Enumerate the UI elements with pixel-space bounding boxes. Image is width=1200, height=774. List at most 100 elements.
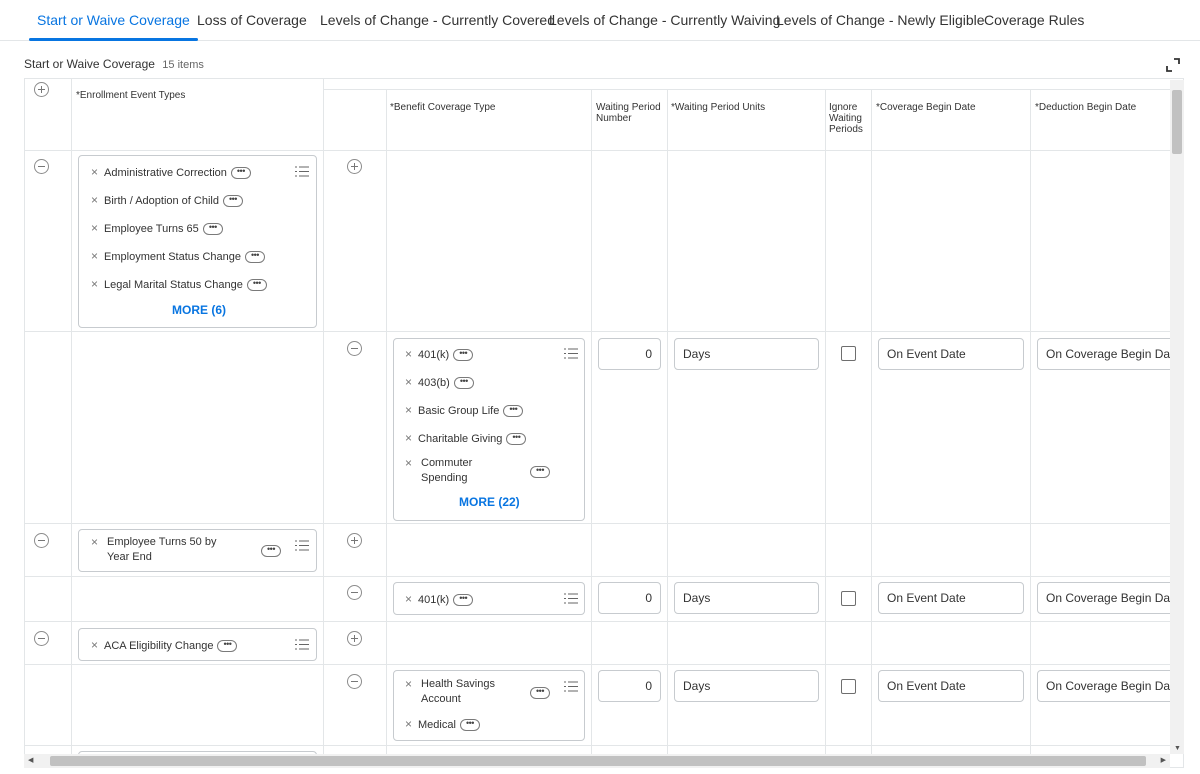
ellipsis-icon[interactable]: ••• xyxy=(202,223,223,236)
col-ignore-l1: Ignore xyxy=(829,102,858,113)
types-more-link[interactable]: MORE (22) xyxy=(459,495,520,509)
remove-row-icon[interactable] xyxy=(34,631,49,646)
list-icon[interactable] xyxy=(564,593,578,604)
ellipsis-icon[interactable]: ••• xyxy=(530,687,550,699)
waiting-period-number-input[interactable]: 0 xyxy=(598,582,661,614)
x-icon[interactable]: × xyxy=(405,456,412,471)
ellipsis-icon[interactable]: ••• xyxy=(453,594,474,607)
ignore-waiting-periods-checkbox[interactable] xyxy=(841,591,856,606)
chip-event: × Employee Turns 65 ••• xyxy=(91,221,223,236)
tab-levels-currently-covered[interactable]: Levels of Change - Currently Covered xyxy=(312,0,563,41)
coverage-begin-date-input[interactable]: On Event Date xyxy=(878,670,1024,702)
remove-row-icon[interactable] xyxy=(34,533,49,548)
ellipsis-icon[interactable]: ••• xyxy=(230,167,251,180)
x-icon[interactable]: × xyxy=(405,677,412,692)
add-row-header-icon[interactable] xyxy=(34,82,49,97)
waiting-period-number-input[interactable]: 0 xyxy=(598,670,661,702)
coverage-begin-date-input[interactable]: On Event Date xyxy=(878,338,1024,370)
chip-coverage-type: × Charitable Giving ••• xyxy=(405,431,527,446)
x-icon[interactable]: × xyxy=(91,221,98,235)
vertical-scroll-thumb[interactable] xyxy=(1172,90,1182,154)
col-ignore-l3: Periods xyxy=(829,124,863,135)
deduction-begin-date-input[interactable]: On Coverage Begin Date xyxy=(1037,670,1183,702)
chip-event: × Birth / Adoption of Child ••• xyxy=(91,193,243,208)
chip-label: ACA Eligibility Change xyxy=(104,640,214,653)
chip-coverage-type: × Health Savings Account xyxy=(405,677,515,707)
ellipsis-icon[interactable]: ••• xyxy=(261,545,281,557)
enrollment-event-types-field[interactable]: × Administrative Correction ••• × Birth / A… xyxy=(78,155,317,328)
col-benefit-coverage-type: *Benefit Coverage Type xyxy=(390,102,496,113)
chip-label: Charitable Giving xyxy=(418,433,503,446)
waiting-period-number-input[interactable]: 0 xyxy=(598,338,661,370)
benefit-coverage-type-field[interactable]: × Health Savings Account ••• × Medical ••• xyxy=(393,670,585,741)
benefit-coverage-type-field[interactable]: × 401(k) ••• xyxy=(393,582,585,615)
enrollment-event-types-field[interactable]: × Employee Turns 50 by Year End ••• xyxy=(78,529,317,572)
remove-coverage-icon[interactable] xyxy=(347,674,362,689)
horizontal-scroll-thumb[interactable] xyxy=(50,756,1146,766)
horizontal-scrollbar[interactable]: ◀ ▶ xyxy=(24,754,1170,768)
deduction-begin-date-input[interactable]: On Coverage Begin Date xyxy=(1037,338,1183,370)
ellipsis-icon[interactable]: ••• xyxy=(506,433,527,446)
ignore-waiting-periods-checkbox[interactable] xyxy=(841,346,856,361)
waiting-period-units-input[interactable]: Days xyxy=(674,582,819,614)
chip-coverage-type: × 401(k) ••• xyxy=(405,347,474,362)
x-icon[interactable]: × xyxy=(91,249,98,263)
x-icon[interactable]: × xyxy=(91,638,98,652)
events-more-link[interactable]: MORE (6) xyxy=(172,303,226,317)
ellipsis-icon[interactable]: ••• xyxy=(244,251,265,264)
x-icon[interactable]: × xyxy=(405,717,412,731)
scroll-right-arrow-icon[interactable]: ▶ xyxy=(1161,756,1166,764)
x-icon[interactable]: × xyxy=(91,277,98,291)
deduction-begin-date-input[interactable]: On Coverage Begin Date xyxy=(1037,582,1183,614)
scroll-down-arrow-icon[interactable]: ▼ xyxy=(1174,745,1181,752)
x-icon[interactable]: × xyxy=(91,535,98,550)
chip-label: Legal Marital Status Change xyxy=(104,279,243,292)
x-icon[interactable]: × xyxy=(91,165,98,179)
tab-loss-of-coverage[interactable]: Loss of Coverage xyxy=(189,0,315,41)
x-icon[interactable]: × xyxy=(405,592,412,606)
waiting-period-units-input[interactable]: Days xyxy=(674,338,819,370)
x-icon[interactable]: × xyxy=(91,193,98,207)
enrollment-event-types-field[interactable]: × ACA Eligibility Change ••• xyxy=(78,628,317,661)
remove-coverage-icon[interactable] xyxy=(347,585,362,600)
waiting-period-units-input[interactable]: Days xyxy=(674,670,819,702)
list-icon[interactable] xyxy=(295,166,309,177)
ellipsis-icon[interactable]: ••• xyxy=(530,466,550,478)
remove-coverage-icon[interactable] xyxy=(347,341,362,356)
tab-start-or-waive-coverage[interactable]: Start or Waive Coverage xyxy=(29,0,198,41)
x-icon[interactable]: × xyxy=(405,347,412,361)
add-coverage-icon[interactable] xyxy=(347,533,362,548)
add-coverage-icon[interactable] xyxy=(347,159,362,174)
chip-label: Commuter Spending xyxy=(421,457,473,484)
x-icon[interactable]: × xyxy=(405,431,412,445)
ellipsis-icon[interactable]: ••• xyxy=(459,719,480,732)
col-waiting-period-number-l2: Number xyxy=(596,113,632,124)
ignore-waiting-periods-checkbox[interactable] xyxy=(841,679,856,694)
list-icon[interactable] xyxy=(564,348,578,359)
ellipsis-icon[interactable]: ••• xyxy=(222,195,243,208)
ellipsis-icon[interactable]: ••• xyxy=(217,640,238,653)
remove-row-icon[interactable] xyxy=(34,159,49,174)
ellipsis-icon[interactable]: ••• xyxy=(503,405,524,418)
ellipsis-icon[interactable]: ••• xyxy=(453,377,474,390)
tab-levels-newly-eligible[interactable]: Levels of Change - Newly Eligible xyxy=(768,0,993,41)
tab-coverage-rules[interactable]: Coverage Rules xyxy=(976,0,1092,41)
x-icon[interactable]: × xyxy=(405,403,412,417)
tab-bar: Start or Waive Coverage Loss of Coverage… xyxy=(0,0,1200,41)
list-icon[interactable] xyxy=(295,639,309,650)
x-icon[interactable]: × xyxy=(405,375,412,389)
scroll-left-arrow-icon[interactable]: ◀ xyxy=(28,756,33,764)
list-icon[interactable] xyxy=(295,540,309,551)
chip-coverage-type: × Medical ••• xyxy=(405,717,480,732)
tab-levels-currently-waiving[interactable]: Levels of Change - Currently Waiving xyxy=(541,0,788,41)
list-icon[interactable] xyxy=(564,681,578,692)
benefit-coverage-type-field[interactable]: × 401(k) ••• × 403(b) ••• × Basic Group Life •… xyxy=(393,338,585,521)
chip-label: Basic Group Life xyxy=(418,405,500,418)
ellipsis-icon[interactable]: ••• xyxy=(453,349,474,362)
ellipsis-icon[interactable]: ••• xyxy=(246,279,267,292)
expand-icon[interactable] xyxy=(1166,58,1180,72)
coverage-begin-date-input[interactable]: On Event Date xyxy=(878,582,1024,614)
vertical-scrollbar[interactable]: ▼ xyxy=(1170,80,1184,754)
add-coverage-icon[interactable] xyxy=(347,631,362,646)
col-ignore-l2: Waiting xyxy=(829,113,862,124)
